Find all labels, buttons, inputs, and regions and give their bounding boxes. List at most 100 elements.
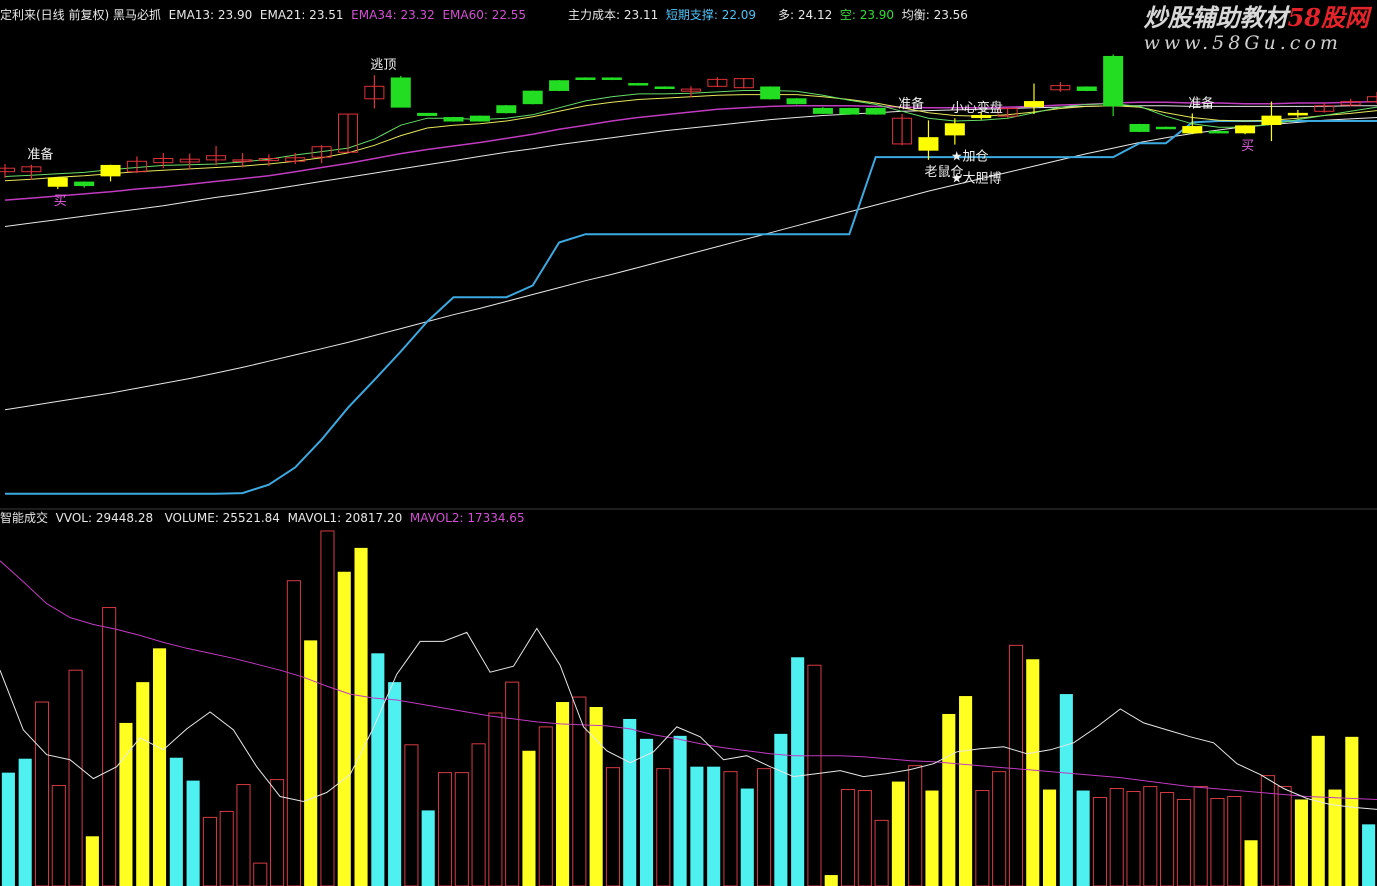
volume-bar [824,875,838,886]
volume-bar [1,772,15,886]
balance-info-bar: 多: 24.12 空: 23.90 均衡: 23.56 [778,8,968,22]
volume-bar [959,696,973,886]
support-label: 短期支撑: 22.09 [665,8,757,22]
signal-label: ★大胆博 [951,172,1002,187]
volume-bar [337,571,351,886]
stock-chart[interactable]: 准备买逃顶准备老鼠仓小心变盘★加仓★大胆博准备买 [0,0,1377,886]
cost-info-bar: 主力成本: 23.11 短期支撑: 22.09 [568,8,756,22]
candle-body [549,80,570,91]
mavol2-label: MAVOL2: 17334.65 [409,511,525,525]
candle-body [601,77,622,80]
candle-body [390,77,411,108]
volume-bar [1026,659,1040,886]
ema13-label: EMA13: 23.90 [168,8,253,22]
ema60-label: EMA60: 22.55 [442,8,527,22]
volume-bar [1294,799,1308,886]
price-info-bar: 定利来(日线 前复权) 黑马必抓 EMA13: 23.90 EMA21: 23.… [0,8,526,22]
candle-body [1076,86,1097,91]
volume-bar [186,780,200,886]
candle-body [760,86,781,100]
candle-body [469,115,490,122]
candle-body [1287,112,1308,116]
volume-bar [690,766,704,886]
volume-title: 智能成交 [0,511,49,525]
candle-body [1103,55,1124,107]
balance-label: 均衡: 23.56 [901,8,968,22]
candle-body [918,137,939,151]
volume-bar [304,640,318,886]
volume-bar [623,718,637,886]
volume-bar [522,750,536,886]
volume-bar [152,648,167,886]
candle-body [74,181,95,187]
candle-body [839,108,860,115]
candle-body [1261,115,1282,125]
candle-body [1155,126,1176,130]
mavol1-label: MAVOL1: 20817.20 [287,511,403,525]
signal-label: ★加仓 [951,150,989,165]
volume-bar [169,757,183,886]
candle-body [1182,126,1203,134]
candle-body [1235,125,1256,134]
candle-body [865,108,886,115]
candle-body [522,90,543,105]
candle-body [654,86,675,89]
volume-bar [85,836,99,886]
volume-label: VOLUME: 25521.84 [164,511,280,525]
volume-bar [639,738,654,886]
candle-body [1129,123,1150,132]
volume-bar [707,766,721,886]
ema21-label: EMA21: 23.51 [259,8,344,22]
vvol-label: VVOL: 29448.28 [55,511,154,525]
volume-bar [942,713,956,886]
kong-label: 空: 23.90 [839,8,895,22]
candle-body [100,164,121,177]
volume-bar [774,733,788,886]
candle-body [575,77,596,80]
candle-body [628,83,649,86]
candle-body [47,177,68,187]
volume-bar [1244,840,1258,886]
signal-label: 买 [54,194,67,209]
volume-bar [791,657,805,886]
volume-bar [673,735,687,886]
volume-bar [891,781,905,886]
candle-body [1024,101,1044,107]
watermark-text: 炒股辅助教材 [1143,3,1288,32]
watermark-url: www.58Gu.com [1143,32,1342,54]
volume-bar [1328,789,1342,886]
volume-bar [1059,694,1073,886]
volume-bar [589,707,603,886]
signal-label: 逃顶 [370,58,396,73]
volume-bar [136,682,150,886]
volume-bar [740,788,754,886]
volume-bar [1362,824,1376,886]
signal-label: 小心变盘 [951,100,1003,116]
candle-body [812,108,833,114]
volume-info-bar: 智能成交 VVOL: 29448.28 VOLUME: 25521.84 MAV… [0,511,525,525]
signal-label: 买 [1241,139,1254,154]
candle-body [496,105,517,114]
candle-body [786,98,807,105]
main-cost-label: 主力成本: 23.11 [568,8,659,22]
volume-bar [556,702,570,886]
duo-label: 多: 24.12 [778,8,833,22]
volume-bar [388,682,402,886]
signal-label: 准备 [1188,95,1214,111]
volume-bar [925,790,939,886]
signal-label: 准备 [898,96,924,112]
signal-label: 准备 [27,147,53,163]
candle-body [1208,130,1229,134]
candle-body [443,117,464,122]
volume-bar [1345,736,1359,886]
volume-bar [1042,789,1057,886]
volume-bar [1076,790,1090,886]
volume-bar [18,758,32,886]
volume-bar [1311,735,1325,886]
watermark-brand: 58股网 [1287,3,1369,32]
volume-bar [421,810,435,886]
candle-body [944,123,965,136]
volume-bar [371,653,385,886]
volume-bar [354,547,368,886]
candle-body [417,112,438,116]
